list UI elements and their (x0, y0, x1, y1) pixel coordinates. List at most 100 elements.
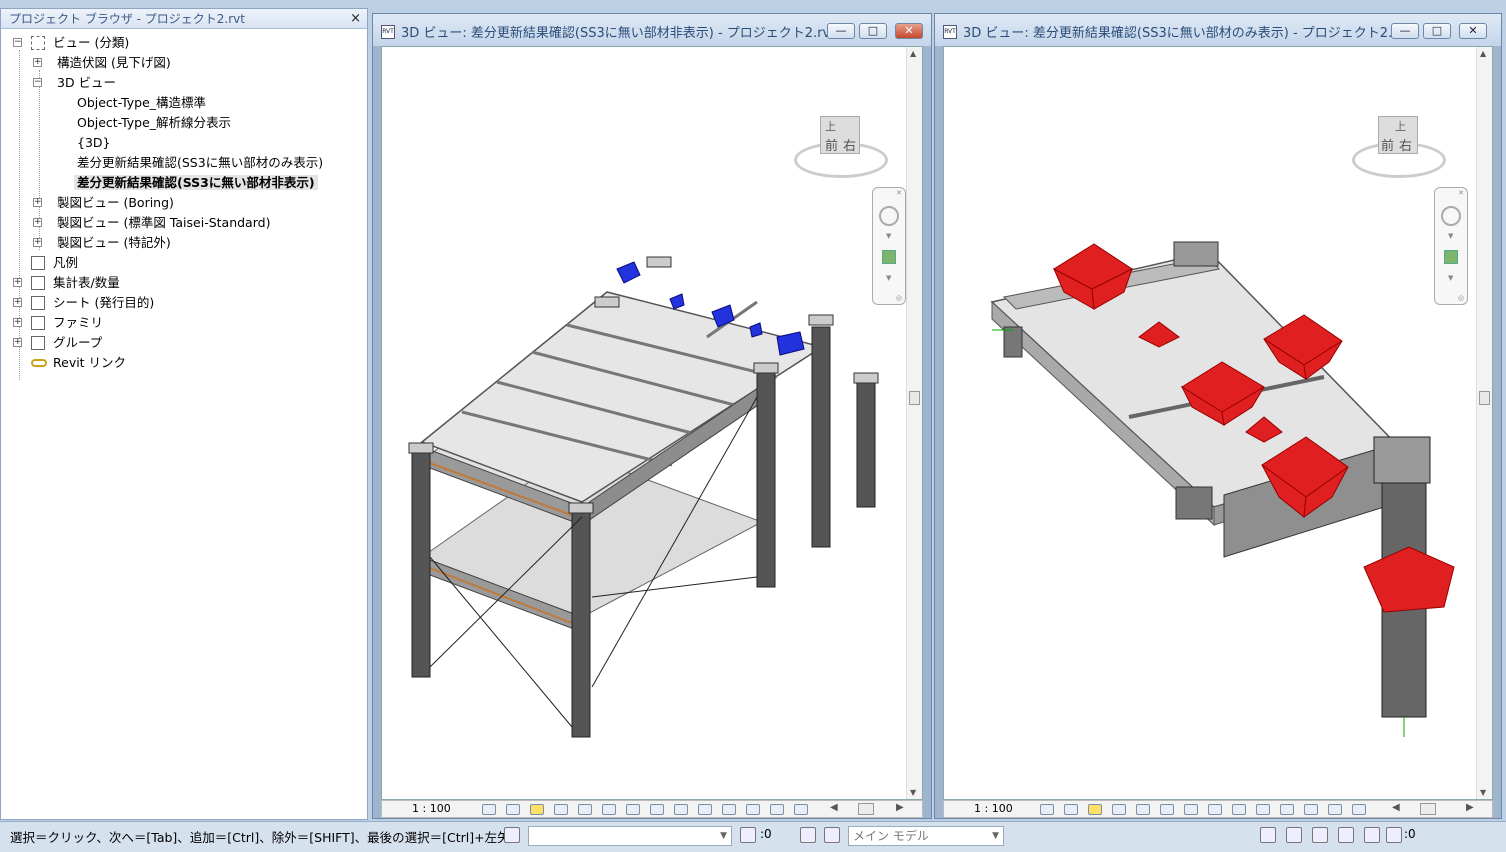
highlight-icon[interactable] (1280, 804, 1294, 815)
expand-icon[interactable]: + (33, 58, 42, 67)
reveal-hidden-icon[interactable] (674, 804, 688, 815)
scroll-thumb[interactable] (1479, 391, 1490, 405)
minimize-button[interactable]: — (1391, 23, 1419, 39)
crop-icon[interactable] (1136, 804, 1150, 815)
dropdown-icon[interactable]: ▼ (886, 274, 891, 282)
close-icon[interactable]: ✕ (1458, 189, 1464, 197)
select-links-icon[interactable] (1260, 827, 1276, 843)
expand-icon[interactable]: + (33, 238, 42, 247)
viewcube[interactable]: 上 前 右 (794, 102, 890, 182)
close-icon[interactable]: × (350, 9, 361, 29)
dropdown-icon[interactable]: ▼ (1448, 232, 1453, 240)
tree-item-3d-object-type-analysis[interactable]: Object-Type_解析線分表示 (77, 113, 231, 133)
scroll-up-icon[interactable]: ▲ (1480, 49, 1486, 58)
tree-item-3d-diff-only[interactable]: 差分更新結果確認(SS3に無い部材のみ表示) (77, 153, 323, 173)
highlight-icon[interactable] (722, 804, 736, 815)
collapse-icon[interactable]: − (13, 38, 22, 47)
scale-label[interactable]: 1 : 100 (974, 802, 1013, 815)
steering-wheel-icon[interactable] (1441, 206, 1461, 226)
visual-style-icon[interactable] (1064, 804, 1078, 815)
show-crop-icon[interactable] (1160, 804, 1174, 815)
crop-icon[interactable] (578, 804, 592, 815)
expand-icon[interactable]: + (13, 338, 22, 347)
collapse-icon[interactable]: − (33, 78, 42, 87)
steering-wheel-icon[interactable] (879, 206, 899, 226)
section-box-icon[interactable] (1352, 804, 1366, 815)
worksets-icon[interactable] (504, 827, 520, 843)
select-by-face-icon[interactable] (1338, 827, 1354, 843)
tree-item-3d-object-type-standard[interactable]: Object-Type_構造標準 (77, 93, 206, 113)
filter-icon[interactable] (1386, 827, 1402, 843)
vertical-scrollbar[interactable]: ▲ ▼ (906, 47, 922, 799)
expand-icon[interactable]: + (13, 298, 22, 307)
reveal-hidden-icon[interactable] (1232, 804, 1246, 815)
analytical-model-icon[interactable] (698, 804, 712, 815)
close-button[interactable]: ✕ (895, 23, 923, 39)
viewcube-box[interactable]: 上 前 右 (820, 116, 860, 154)
scroll-down-icon[interactable]: ▼ (910, 788, 916, 797)
viewcube[interactable]: 上 前 右 (1352, 102, 1448, 182)
scroll-left-icon[interactable]: ◀ (830, 802, 838, 813)
display-icon[interactable] (770, 804, 784, 815)
close-icon[interactable]: ✕ (896, 189, 902, 197)
expand-icon[interactable]: + (13, 278, 22, 287)
horizontal-scroll-thumb[interactable] (1420, 803, 1436, 815)
workset-dropdown[interactable]: ▼ (528, 826, 732, 846)
scroll-thumb[interactable] (909, 391, 920, 405)
sun-path-icon[interactable] (1088, 804, 1102, 815)
horizontal-scroll-thumb[interactable] (858, 803, 874, 815)
drag-on-selection-icon[interactable] (1364, 827, 1380, 843)
detail-level-icon[interactable] (482, 804, 496, 815)
3d-canvas[interactable]: 上 前 右 ✕ ▼ ▼ ◎ ▲ ▼ (381, 46, 923, 800)
view-window-hidden[interactable]: RVT 3D ビュー: 差分更新結果確認(SS3に無い部材非表示) - プロジェ… (372, 13, 932, 819)
options-icon[interactable]: ◎ (896, 294, 902, 302)
tree-item-3d-default[interactable]: {3D} (77, 133, 110, 153)
temp-hide-icon[interactable] (650, 804, 664, 815)
detail-level-icon[interactable] (1040, 804, 1054, 815)
tree-item-3d-diff-hidden[interactable]: 差分更新結果確認(SS3に無い部材非表示) (74, 173, 318, 193)
design-option-dropdown[interactable]: メイン モデル ▼ (848, 826, 1004, 846)
section-box-icon[interactable] (794, 804, 808, 815)
show-crop-icon[interactable] (602, 804, 616, 815)
scroll-up-icon[interactable]: ▲ (910, 49, 916, 58)
select-underlay-icon[interactable] (1286, 827, 1302, 843)
scroll-down-icon[interactable]: ▼ (1480, 788, 1486, 797)
expand-icon[interactable]: + (33, 218, 42, 227)
maximize-button[interactable]: □ (1423, 23, 1451, 39)
scale-label[interactable]: 1 : 100 (412, 802, 451, 815)
worksharing-icon[interactable] (1304, 804, 1318, 815)
viewcube-box[interactable]: 上 前 右 (1378, 116, 1418, 154)
view-window-only[interactable]: RVT 3D ビュー: 差分更新結果確認(SS3に無い部材のみ表示) - プロジ… (934, 13, 1502, 819)
options-icon[interactable]: ◎ (1458, 294, 1464, 302)
chevron-down-icon[interactable]: ▼ (720, 827, 727, 845)
shadows-icon[interactable] (1112, 804, 1126, 815)
maximize-button[interactable]: □ (859, 23, 887, 39)
lock-view-icon[interactable] (1184, 804, 1198, 815)
vertical-scrollbar[interactable]: ▲ ▼ (1476, 47, 1492, 799)
sun-path-icon[interactable] (530, 804, 544, 815)
visual-style-icon[interactable] (506, 804, 520, 815)
design-options-icon[interactable] (824, 827, 840, 843)
scroll-left-icon[interactable]: ◀ (1392, 802, 1400, 813)
shadows-icon[interactable] (554, 804, 568, 815)
select-pinned-icon[interactable] (1312, 827, 1328, 843)
filter-count-icon[interactable] (740, 827, 756, 843)
zoom-icon[interactable] (882, 250, 896, 264)
3d-canvas[interactable]: 上 前 右 ✕ ▼ ▼ ◎ ▲ ▼ (943, 46, 1493, 800)
minimize-button[interactable]: — (827, 23, 855, 39)
expand-icon[interactable]: + (13, 318, 22, 327)
chevron-down-icon[interactable]: ▼ (992, 827, 999, 845)
zoom-icon[interactable] (1444, 250, 1458, 264)
lock-view-icon[interactable] (626, 804, 640, 815)
dropdown-icon[interactable]: ▼ (886, 232, 891, 240)
analytical-model-icon[interactable] (1256, 804, 1270, 815)
expand-icon[interactable]: + (33, 198, 42, 207)
worksharing-icon[interactable] (746, 804, 760, 815)
scroll-right-icon[interactable]: ▶ (896, 802, 904, 813)
scroll-right-icon[interactable]: ▶ (1466, 802, 1474, 813)
dropdown-icon[interactable]: ▼ (1448, 274, 1453, 282)
display-icon[interactable] (1328, 804, 1342, 815)
close-button[interactable]: ✕ (1459, 23, 1487, 39)
editable-only-icon[interactable] (800, 827, 816, 843)
temp-hide-icon[interactable] (1208, 804, 1222, 815)
